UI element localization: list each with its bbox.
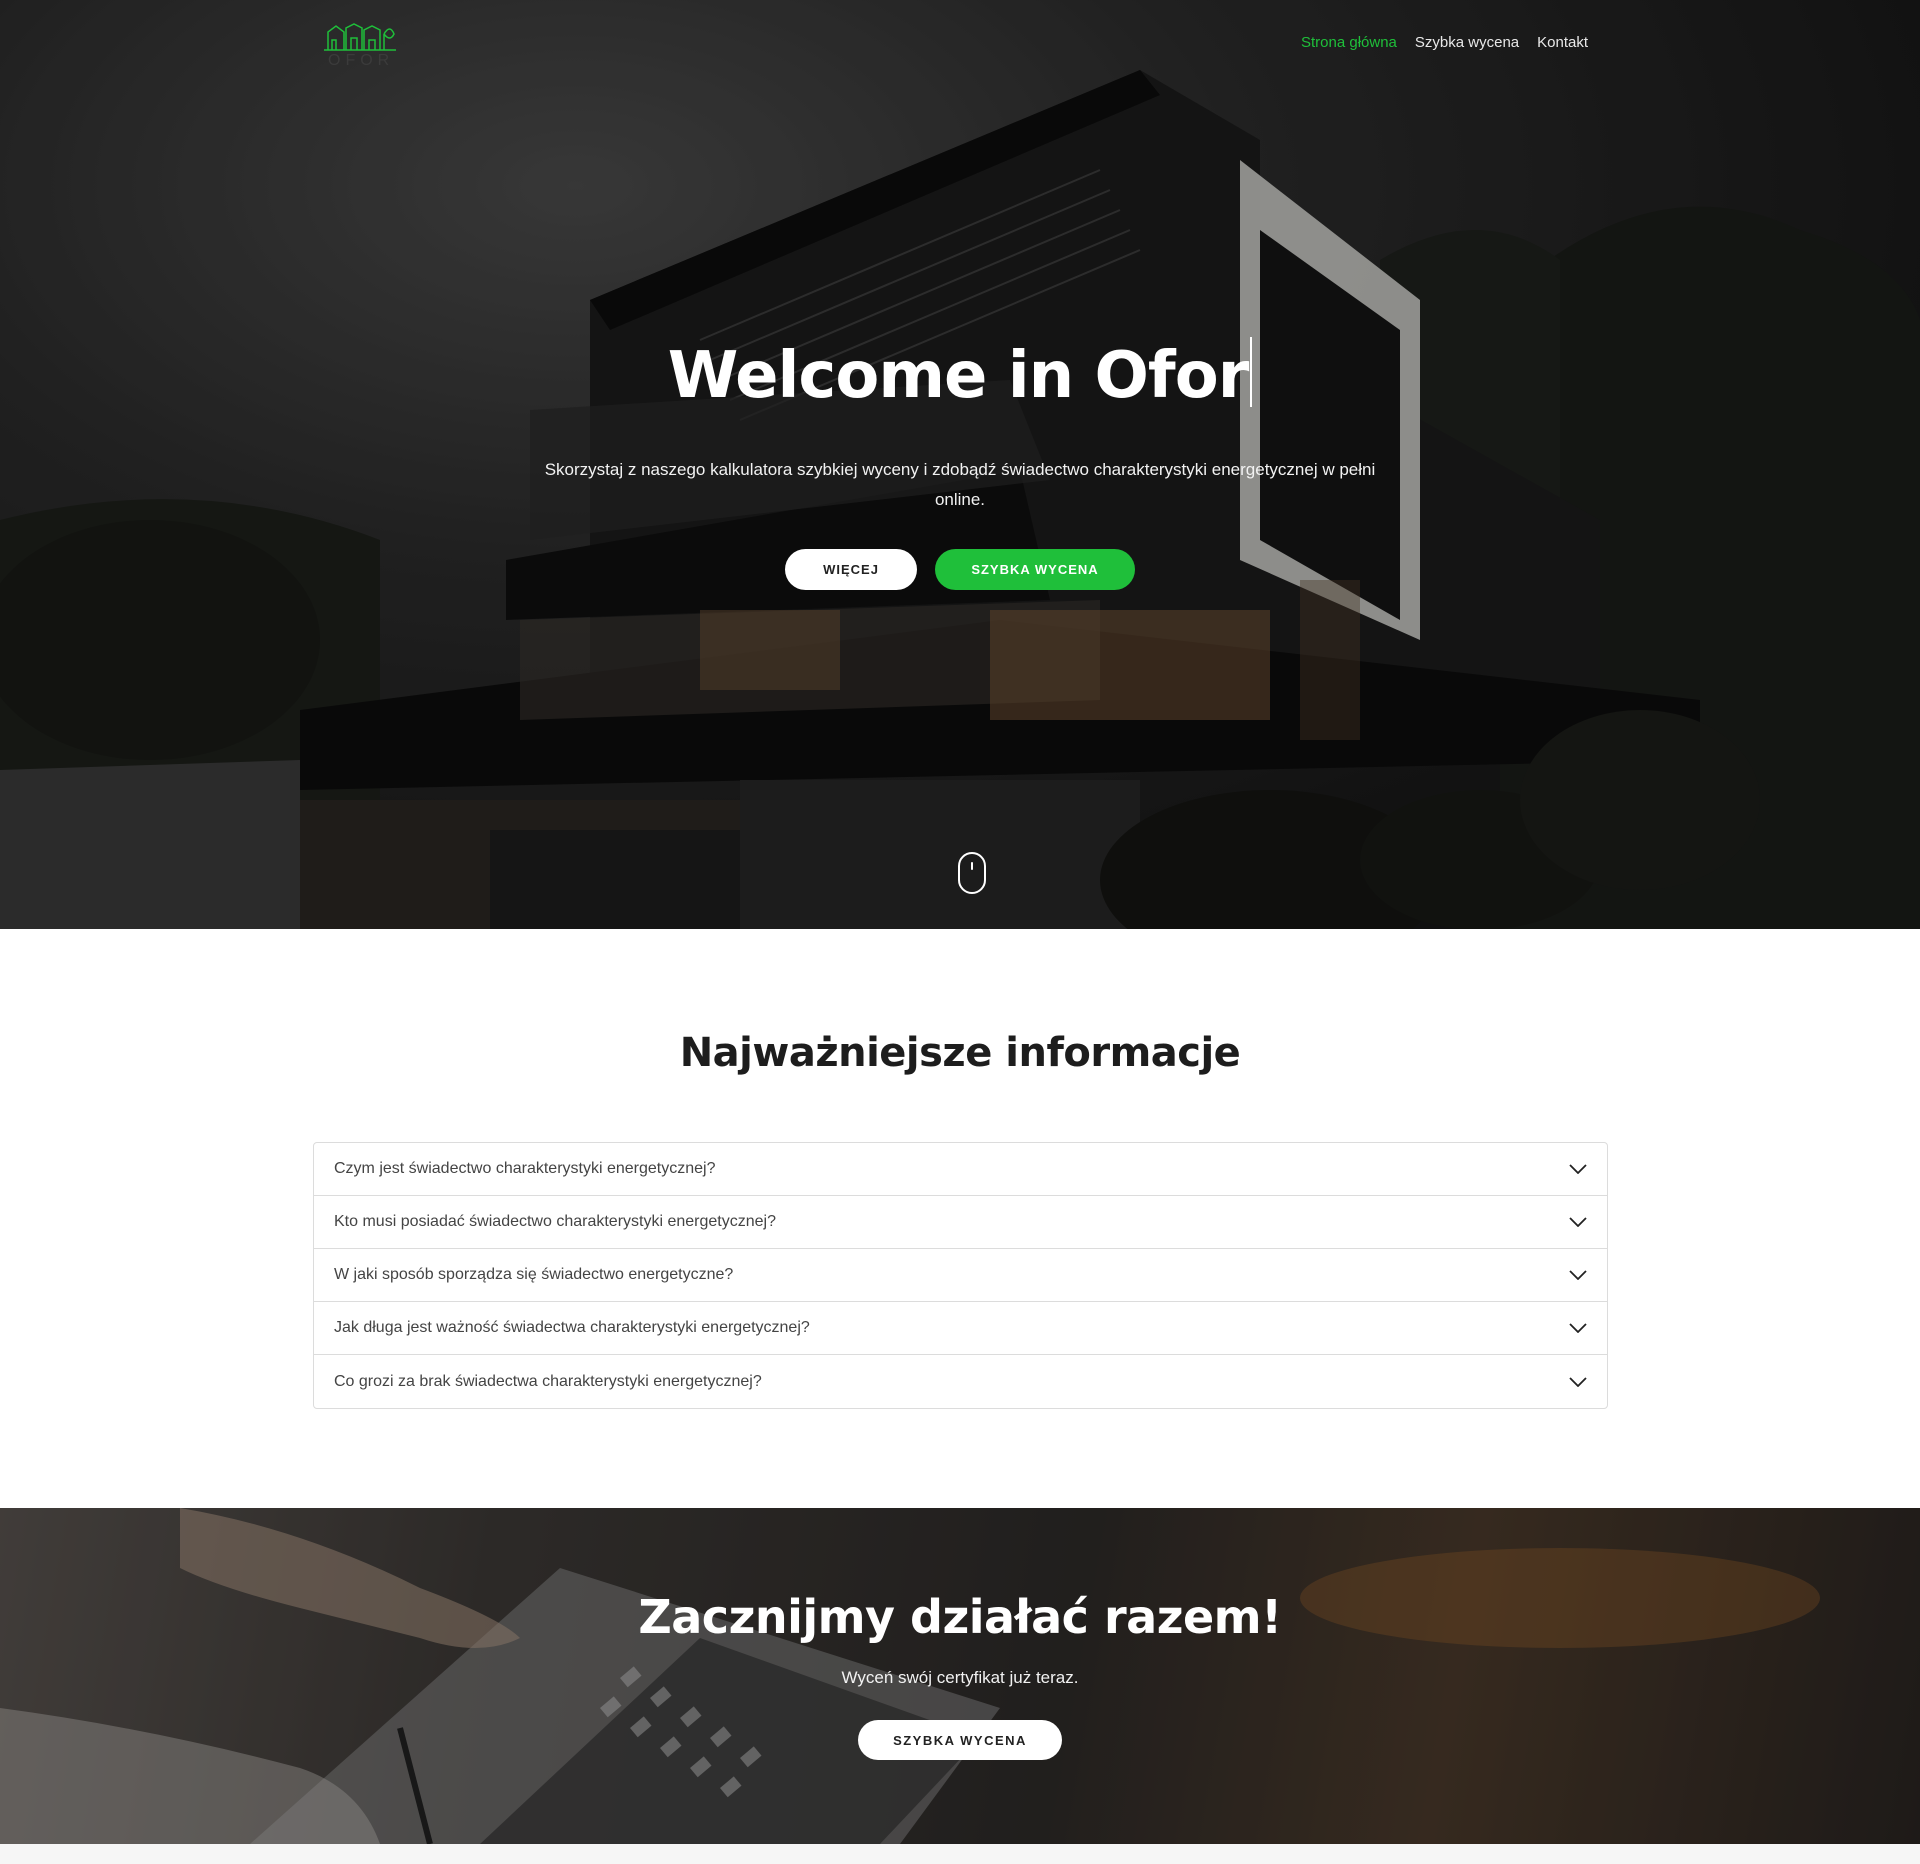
nav-item-home[interactable]: Strona główna — [1301, 34, 1397, 51]
faq-accordion: Czym jest świadectwo charakterystyki ene… — [313, 1142, 1608, 1409]
hero-title-text: Welcome in Ofor — [667, 339, 1249, 413]
hero-section: OFOR Strona główna Szybka wycena Kontakt… — [0, 0, 1920, 929]
cta-quick-quote-button[interactable]: SZYBKA WYCENA — [858, 1720, 1062, 1760]
chevron-down-icon — [1569, 1323, 1587, 1333]
chevron-down-icon — [1569, 1217, 1587, 1227]
faq-item[interactable]: Czym jest świadectwo charakterystyki ene… — [314, 1143, 1607, 1196]
hero-subtitle: Skorzystaj z naszego kalkulatora szybkie… — [544, 460, 1376, 509]
faq-question: Czym jest świadectwo charakterystyki ene… — [334, 1160, 716, 1177]
cta-title: Zacznijmy działać razem! — [638, 1590, 1282, 1644]
chevron-down-icon — [1569, 1376, 1587, 1387]
faq-question: W jaki sposób sporządza się świadectwo e… — [334, 1266, 734, 1283]
nav-item-quick-quote[interactable]: Szybka wycena — [1415, 34, 1519, 51]
main-nav: Strona główna Szybka wycena Kontakt — [1301, 34, 1588, 51]
logo-text: OFOR — [328, 52, 395, 69]
faq-item[interactable]: Kto musi posiadać świadectwo charakterys… — [314, 1196, 1607, 1249]
faq-question: Kto musi posiadać świadectwo charakterys… — [334, 1213, 776, 1230]
faq-item[interactable]: Jak długa jest ważność świadectwa charak… — [314, 1302, 1607, 1355]
faq-question: Jak długa jest ważność świadectwa charak… — [334, 1319, 810, 1336]
chevron-down-icon — [1569, 1164, 1587, 1174]
scroll-mouse-icon[interactable] — [958, 852, 986, 894]
faq-question: Co grozi za brak świadectwa charakteryst… — [334, 1372, 762, 1390]
chevron-down-icon — [1569, 1270, 1587, 1280]
cta-section: Zacznijmy działać razem! Wyceń swój cert… — [0, 1508, 1920, 1844]
faq-item[interactable]: W jaki sposób sporządza się świadectwo e… — [314, 1249, 1607, 1302]
footer-strip — [0, 1844, 1920, 1864]
typing-cursor — [1250, 337, 1253, 407]
hero-title: Welcome in Ofor — [0, 337, 1920, 413]
more-button[interactable]: WIĘCEJ — [785, 549, 917, 590]
faq-item[interactable]: Co grozi za brak świadectwa charakteryst… — [314, 1355, 1607, 1408]
info-section-title: Najważniejsze informacje — [679, 1030, 1241, 1076]
nav-item-contact[interactable]: Kontakt — [1537, 34, 1588, 51]
quick-quote-button[interactable]: SZYBKA WYCENA — [935, 549, 1135, 590]
cta-subtitle: Wyceń swój certyfikat już teraz. — [841, 1668, 1079, 1687]
